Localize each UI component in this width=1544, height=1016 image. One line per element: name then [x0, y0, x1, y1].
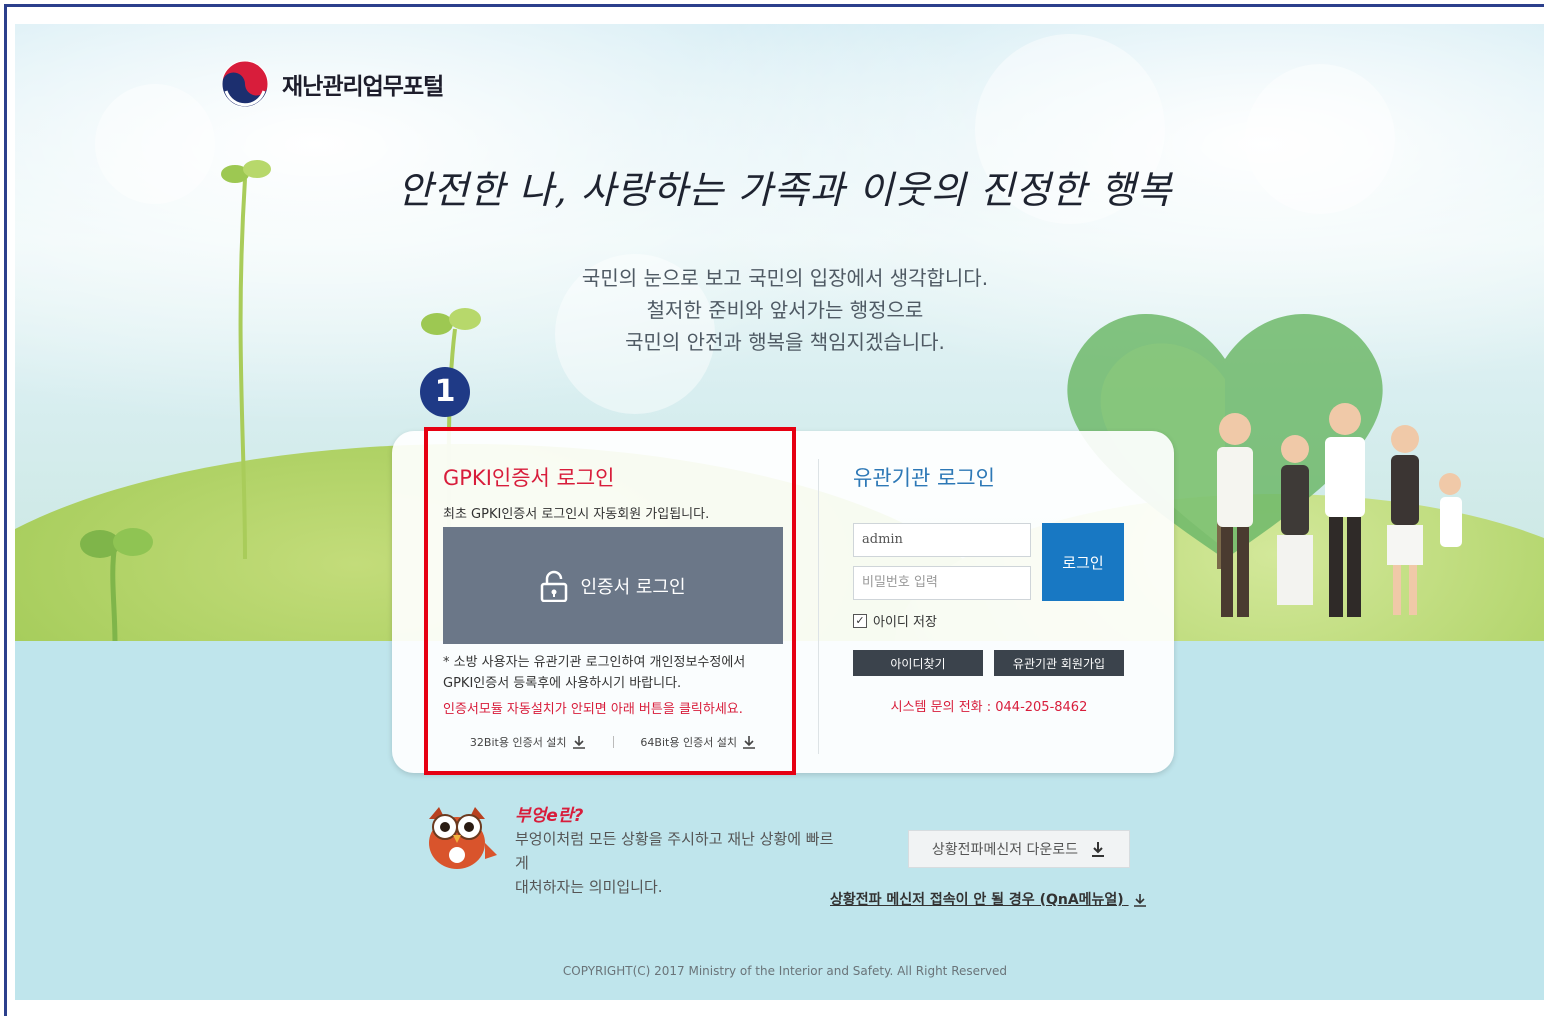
logo-text: 재난관리업무포털: [282, 74, 444, 100]
download-icon: [572, 736, 585, 749]
decor-bubble: [95, 84, 215, 204]
sprout-decor-icon: [80, 528, 153, 644]
qna-manual-link[interactable]: 상황전파 메신저 접속이 안 될 경우 (QnA메뉴얼): [830, 889, 1147, 909]
unlock-icon: [541, 570, 568, 602]
family-illustration-icon: [1217, 403, 1462, 617]
card-divider: [818, 459, 819, 754]
hero-subtext-line: 국민의 안전과 행복을 책임지겠습니다.: [625, 330, 945, 354]
download-icon: [1092, 842, 1105, 857]
org-login-title: 유관기관 로그인: [853, 466, 995, 490]
hero-subtext-line: 국민의 눈으로 보고 국민의 입장에서 생각합니다.: [581, 266, 989, 290]
gpki-login-title: GPKI인증서 로그인: [443, 466, 615, 490]
messenger-download-label: 상황전파메신저 다운로드: [931, 842, 1079, 858]
save-id-option[interactable]: ✓ 아이디 저장: [853, 611, 937, 630]
certificate-login-label: 인증서 로그인: [580, 576, 686, 598]
hero-headline: 안전한 나, 사랑하는 가족과 이웃의 진정한 행복: [397, 168, 1173, 212]
password-input[interactable]: 비밀번호 입력: [853, 566, 1031, 600]
download-32bit-label: 32Bit용 인증서 설치: [469, 736, 567, 749]
org-signup-button[interactable]: 유관기관 회원가입: [994, 650, 1124, 676]
owl-description-line: 대처하자는 의미입니다.: [515, 878, 663, 896]
qna-manual-label: 상황전파 메신저 접속이 안 될 경우 (QnA메뉴얼): [830, 892, 1124, 908]
fire-user-note-line: * 소방 사용자는 유관기관 로그인하여 개인정보수정에서: [443, 655, 746, 670]
owl-description: 부엉이처럼 모든 상황을 주시하고 재난 상황에 빠르게 대처하자는 의미입니다…: [515, 827, 845, 899]
download-icon: [743, 736, 756, 749]
download-64bit-link[interactable]: 64Bit용 인증서 설치: [614, 734, 784, 750]
login-button[interactable]: 로그인: [1042, 523, 1124, 601]
owl-description-line: 부엉이처럼 모든 상황을 주시하고 재난 상황에 빠르게: [515, 830, 834, 872]
step-number-badge: 1: [420, 367, 470, 417]
save-id-checkbox[interactable]: ✓: [853, 613, 867, 628]
copyright-text: COPYRIGHT(C) 2017 Ministry of the Interi…: [562, 964, 1008, 978]
download-icon: [1133, 894, 1146, 907]
fire-user-note: * 소방 사용자는 유관기관 로그인하여 개인정보수정에서 GPKI인증서 등록…: [443, 652, 788, 694]
owl-title: 부엉e란?: [515, 806, 584, 826]
module-install-note: 인증서모듈 자동설치가 안되면 아래 버튼을 클릭하세요.: [443, 702, 743, 717]
login-page: 재난관리업무포털 안전한 나, 사랑하는 가족과 이웃의 진정한 행복 국민의 …: [15, 24, 1544, 1000]
hero-subtext: 국민의 눈으로 보고 국민의 입장에서 생각합니다. 철저한 준비와 앞서가는 …: [465, 262, 1105, 358]
decor-bubble: [1245, 64, 1395, 214]
hero-subtext-line: 철저한 준비와 앞서가는 행정으로: [646, 298, 924, 322]
download-64bit-label: 64Bit용 인증서 설치: [640, 736, 738, 749]
messenger-download-button[interactable]: 상황전파메신저 다운로드: [908, 830, 1130, 868]
id-input[interactable]: admin: [853, 523, 1031, 557]
certificate-login-button[interactable]: 인증서 로그인: [443, 527, 783, 644]
find-id-button[interactable]: 아이디찾기: [853, 650, 983, 676]
download-32bit-link[interactable]: 32Bit용 인증서 설치: [443, 734, 613, 750]
certificate-download-row: 32Bit용 인증서 설치 64Bit용 인증서 설치: [443, 734, 783, 750]
support-phone: 시스템 문의 전화 : 044-205-8462: [890, 700, 1088, 715]
gpki-auto-signup-note: 최초 GPKI인증서 로그인시 자동회원 가입됩니다.: [443, 507, 710, 522]
owl-mascot-icon: [429, 807, 497, 869]
taegeuk-logo-icon: [221, 60, 269, 108]
site-logo[interactable]: 재난관리업무포털: [220, 59, 444, 109]
sprout-decor-icon: [221, 160, 271, 559]
fire-user-note-line: GPKI인증서 등록후에 사용하시기 바랍니다.: [443, 676, 682, 691]
save-id-label: 아이디 저장: [873, 615, 937, 630]
